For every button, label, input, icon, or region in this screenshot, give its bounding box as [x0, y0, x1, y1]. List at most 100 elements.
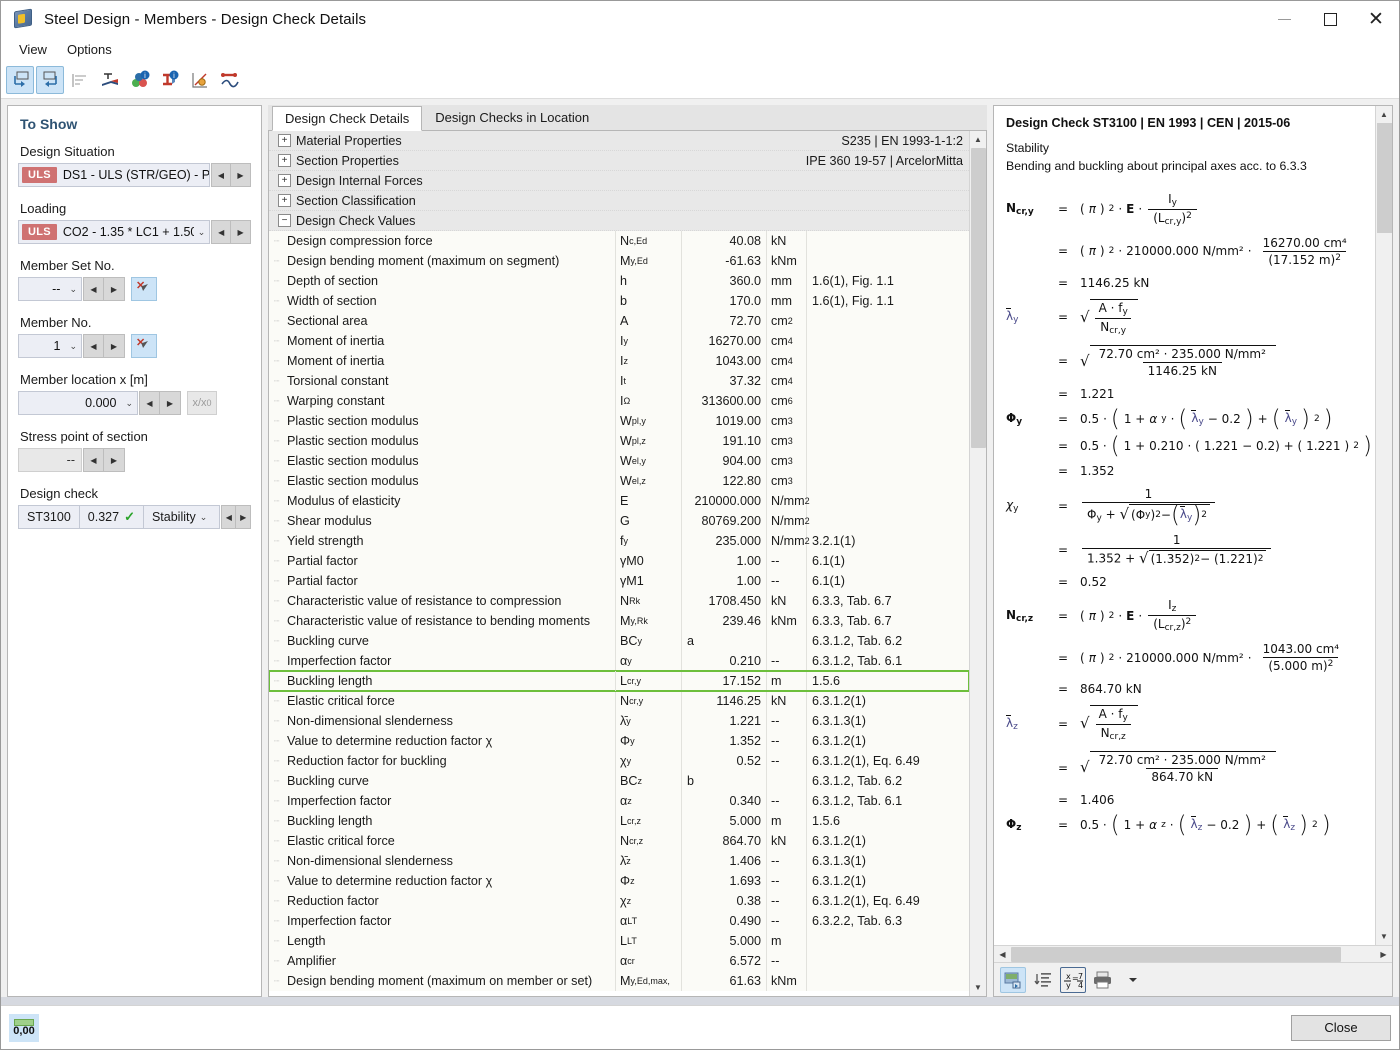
design-check-next-button[interactable]: ▶ [236, 505, 251, 529]
tree-group-row[interactable]: + Design Internal Forces [269, 171, 969, 191]
collapse-icon[interactable]: − [278, 214, 291, 227]
table-row[interactable]: Imperfection factorαy0.210--6.3.1.2, Tab… [269, 651, 969, 671]
member-set-select[interactable]: -- ⌄ [18, 277, 82, 301]
table-row[interactable]: LengthLLT5.000m [269, 931, 969, 951]
close-button[interactable]: Close [1291, 1014, 1391, 1041]
formula-vertical-scrollbar[interactable]: ▲ ▼ [1375, 106, 1392, 945]
member-location-select[interactable]: 0.000 ⌄ [18, 391, 138, 415]
member-results-icon[interactable] [216, 66, 244, 94]
minimize-button[interactable] [1261, 1, 1307, 37]
units-icon[interactable]: 0,00 [9, 1013, 39, 1042]
formula-scroll-left-icon[interactable]: ◀ [994, 946, 1011, 963]
member-location-next-button[interactable]: ▶ [160, 391, 181, 415]
scroll-up-icon[interactable]: ▲ [969, 131, 986, 148]
table-row[interactable]: Non-dimensional slendernessλ̄z1.406 -- 6.3… [269, 851, 969, 871]
table-row[interactable]: Buckling lengthLcr,y17.152m1.5.6 [269, 670, 969, 692]
table-row[interactable]: Partial factor γM1 1.00 -- 6.1(1) [269, 571, 969, 591]
export-image-icon[interactable] [1000, 966, 1026, 993]
table-row[interactable]: Value to determine reduction factor χΦz1… [269, 871, 969, 891]
formula-hscroll-track[interactable] [1011, 946, 1375, 963]
table-row[interactable]: Yield strengthfy235.000N/mm23.2.1(1) [269, 531, 969, 551]
loading-select[interactable]: ULS CO2 - 1.35 * LC1 + 1.50 * ⌄ [18, 220, 211, 244]
table-row[interactable]: Depth of section h 360.0 mm 1.6(1), Fig. 1.1 [269, 271, 969, 291]
formula-horizontal-scrollbar[interactable]: ◀ ▶ [994, 945, 1392, 962]
table-row[interactable]: Plastic section modulusWpl,z191.10cm3 [269, 431, 969, 451]
relative-location-toggle-button[interactable]: x/x 0 [187, 391, 217, 415]
table-row[interactable]: Characteristic value of resistance to be… [269, 611, 969, 631]
member-set-next-button[interactable]: ▶ [104, 277, 125, 301]
formula-toggle-icon[interactable]: x y = 7 4 [1060, 966, 1086, 993]
tree-group-row[interactable]: + Section Classification [269, 191, 969, 211]
table-row[interactable]: Design compression forceNc,Ed40.08kN [269, 231, 969, 251]
stress-point-next-button[interactable]: ▶ [104, 448, 125, 472]
table-row[interactable]: Design bending moment (maximum on segmen… [269, 251, 969, 271]
tree-vertical-scrollbar[interactable]: ▲ ▼ [969, 131, 986, 996]
design-check-prev-button[interactable]: ◀ [221, 505, 237, 529]
table-row[interactable]: Value to determine reduction factor χΦy1… [269, 731, 969, 751]
table-row[interactable]: Characteristic value of resistance to co… [269, 591, 969, 611]
formula-scroll-right-icon[interactable]: ▶ [1375, 946, 1392, 963]
scroll-down-icon[interactable]: ▼ [969, 979, 986, 996]
table-row[interactable]: Buckling curveBCzb6.3.1.2, Tab. 6.2 [269, 771, 969, 791]
section-list-icon[interactable] [66, 66, 94, 94]
expand-icon[interactable]: + [278, 134, 291, 147]
expand-icon[interactable]: + [278, 154, 291, 167]
scroll-track[interactable] [969, 148, 986, 979]
table-row[interactable]: Imperfection factorαLT0.490--6.3.2.2, Ta… [269, 911, 969, 931]
table-row[interactable]: Reduction factor for bucklingχy0.52--6.3… [269, 751, 969, 771]
diagram-icon[interactable] [186, 66, 214, 94]
next-navigation-icon[interactable] [36, 65, 64, 94]
table-row[interactable]: Imperfection factorαz0.340--6.3.1.2, Tab… [269, 791, 969, 811]
stress-point-value-field[interactable]: -- [18, 448, 82, 472]
table-row[interactable]: Torsional constantIt37.32cm4 [269, 371, 969, 391]
table-row[interactable]: Design bending moment (maximum on member… [269, 971, 969, 991]
maximize-button[interactable] [1307, 1, 1353, 37]
table-row[interactable]: Elastic section modulusWel,y904.00cm3 [269, 451, 969, 471]
stress-distribution-icon[interactable] [96, 66, 124, 94]
member-set-prev-button[interactable]: ◀ [83, 277, 104, 301]
design-situation-next-button[interactable]: ▶ [231, 163, 251, 187]
member-no-prev-button[interactable]: ◀ [83, 334, 104, 358]
design-situation-prev-button[interactable]: ◀ [210, 163, 231, 187]
formula-scroll-up-icon[interactable]: ▲ [1376, 106, 1393, 123]
table-row[interactable]: Shear modulus G 80769.200N/mm2 [269, 511, 969, 531]
table-row[interactable]: Width of section b 170.0 mm 1.6(1), Fig. 1.1 [269, 291, 969, 311]
expand-icon[interactable]: + [278, 174, 291, 187]
tree-group-row[interactable]: + Section Properties IPE 360 19-57 | Arcel… [269, 151, 969, 171]
print-icon[interactable] [1090, 967, 1116, 993]
menu-view[interactable]: View [9, 39, 57, 60]
member-no-next-button[interactable]: ▶ [104, 334, 125, 358]
formula-scroll-down-icon[interactable]: ▼ [1376, 928, 1393, 945]
design-check-id[interactable]: ST3100 [18, 505, 79, 529]
table-row[interactable]: Reduction factorχz0.38--6.3.1.2(1), Eq. … [269, 891, 969, 911]
table-row[interactable]: Buckling curveBCya6.3.1.2, Tab. 6.2 [269, 631, 969, 651]
formula-scroll-track[interactable] [1376, 123, 1393, 928]
table-row[interactable]: Amplifierαcr6.572-- [269, 951, 969, 971]
tab-design-check-details[interactable]: Design Check Details [272, 106, 423, 131]
table-row[interactable]: Partial factor γM0 1.00 -- 6.1(1) [269, 551, 969, 571]
table-row[interactable]: Buckling lengthLcr,z5.000m1.5.6 [269, 811, 969, 831]
print-dropdown-icon[interactable] [1120, 967, 1146, 993]
close-window-button[interactable]: ✕ [1353, 1, 1399, 37]
table-row[interactable]: Elastic critical forceNcr,z864.70kN6.3.1… [269, 831, 969, 851]
table-row[interactable]: Plastic section modulusWpl,y1019.00cm3 [269, 411, 969, 431]
design-situation-select[interactable]: ULS DS1 - ULS (STR/GEO) - P... [18, 163, 210, 187]
member-location-prev-button[interactable]: ◀ [139, 391, 160, 415]
table-row[interactable]: Moment of inertiaIy16270.00cm4 [269, 331, 969, 351]
member-set-pick-button[interactable]: ✕ [131, 277, 157, 301]
list-detail-icon[interactable] [1030, 967, 1056, 993]
previous-navigation-icon[interactable] [6, 65, 34, 94]
table-row[interactable]: Elastic section modulusWel,z122.80cm3 [269, 471, 969, 491]
material-info-icon[interactable]: i [126, 66, 154, 94]
table-row[interactable]: Warping constantIΩ313600.00cm6 [269, 391, 969, 411]
loading-prev-button[interactable]: ◀ [211, 220, 232, 244]
expand-icon[interactable]: + [278, 194, 291, 207]
table-row[interactable]: Elastic critical forceNcr,y1146.25kN6.3.… [269, 691, 969, 711]
tree-group-row[interactable]: − Design Check Values [269, 211, 969, 231]
table-row[interactable]: Modulus of elasticity E 210000.000N/mm2 [269, 491, 969, 511]
table-row[interactable]: Moment of inertiaIz1043.00cm4 [269, 351, 969, 371]
design-check-ratio-cell[interactable]: 0.327 ✓ [78, 505, 143, 529]
tab-design-checks-in-location[interactable]: Design Checks in Location [422, 105, 603, 130]
section-info-icon[interactable]: i [156, 66, 184, 94]
stress-point-prev-button[interactable]: ◀ [83, 448, 104, 472]
